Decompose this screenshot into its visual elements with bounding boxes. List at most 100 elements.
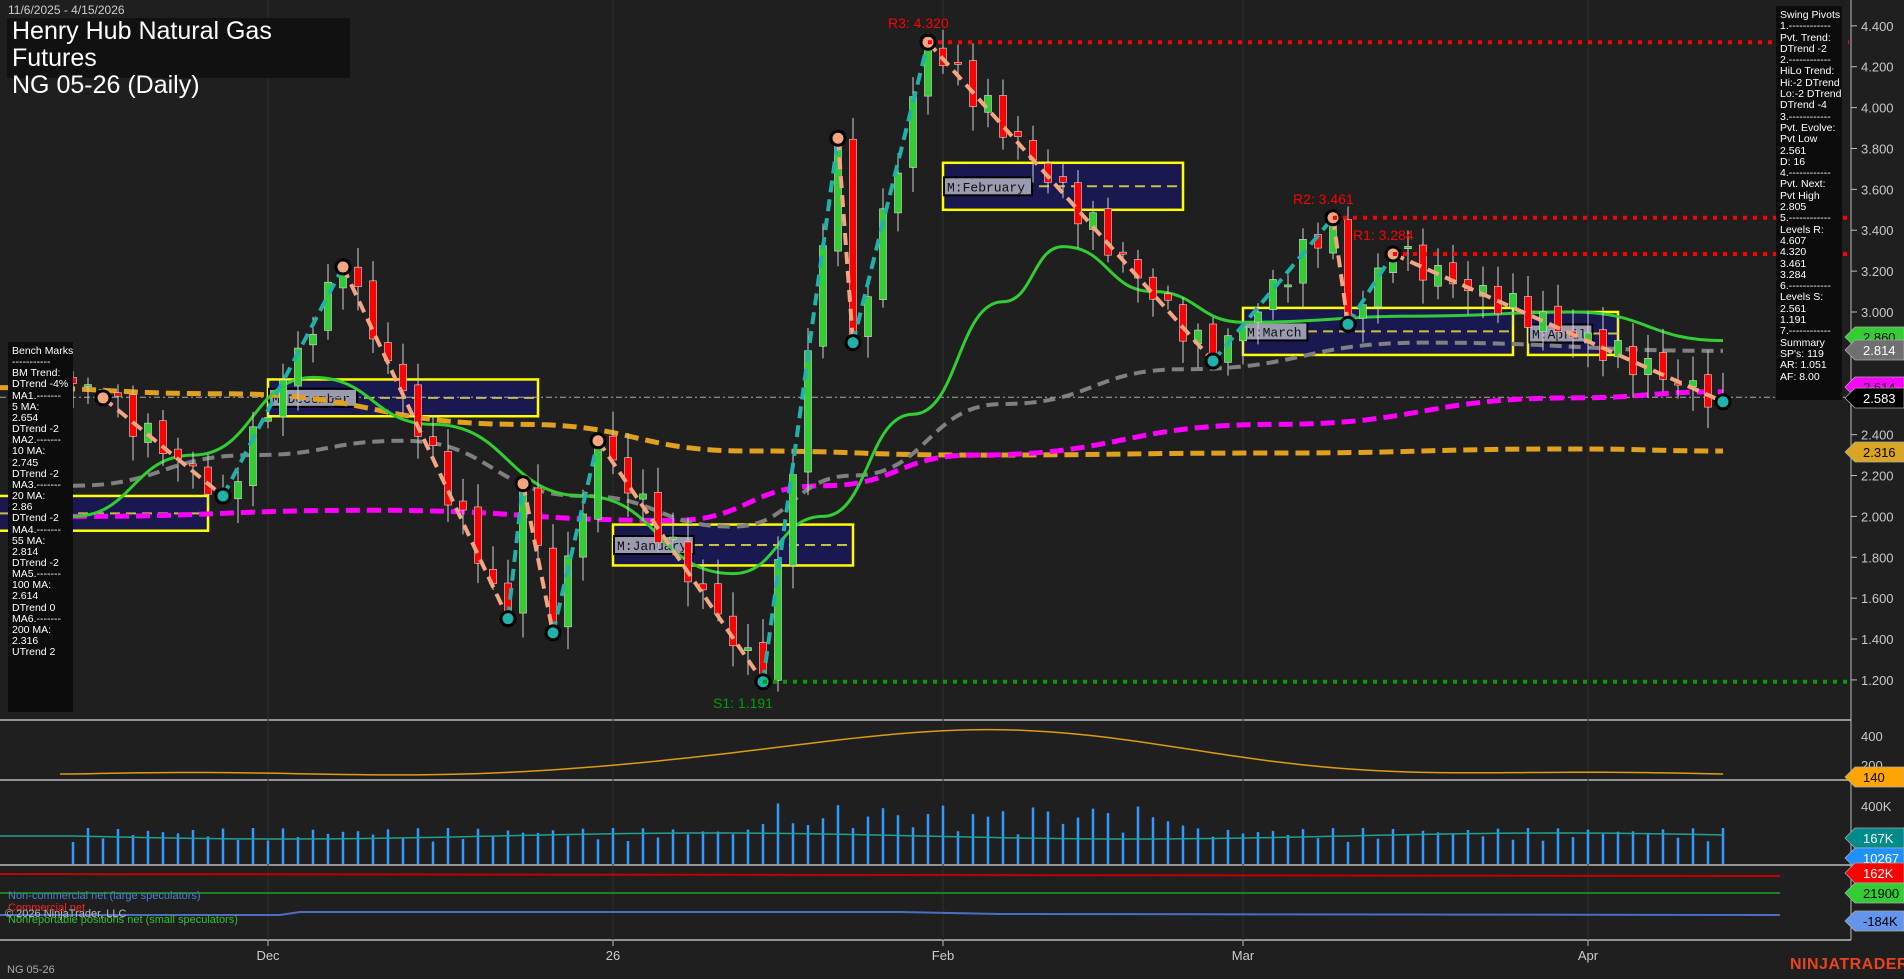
title-contract: NG 05-26 (Daily) [7,72,350,99]
pivots-line: Pvt Low [1780,134,1838,145]
candle-body [1060,176,1067,182]
candle-body [655,492,662,542]
y-tick-label: 1.600 [1861,591,1894,606]
box-label: M:March [1247,325,1302,340]
price-chart[interactable]: 4.4004.2004.0003.8003.6003.4003.2003.000… [0,0,1904,979]
y-tick-label: 4.400 [1861,19,1894,34]
x-tick-label: 26 [606,948,620,963]
pivots-line: AF: 8.00 [1780,372,1838,383]
candle-body [1180,305,1187,341]
candle-body [835,138,842,251]
candle-body [145,423,152,442]
candle-body [1165,294,1172,300]
candle-body [895,173,902,213]
candle-body [1420,245,1427,280]
pivots-line: 5.------------ [1780,213,1838,224]
swing-pivot-marker [501,612,515,626]
swing-pivot-marker [96,391,110,405]
swing-pivot-marker [1206,354,1220,368]
candle-body [1510,293,1517,307]
bench-line: UTrend 2 [12,647,69,658]
y-tick-label: 4.200 [1861,60,1894,75]
y-tick-label: 3.600 [1861,182,1894,197]
candle-body [535,488,542,545]
date-range: 11/6/2025 - 4/15/2026 [8,3,125,17]
candle-body [430,437,437,446]
ma-line-55ma [73,343,1723,527]
candle-body [640,494,647,499]
y-tick-label: 1.800 [1861,550,1894,565]
volume-value-tag: 167K [1863,831,1894,846]
candle-body [595,441,602,519]
bench-line: DTrend -4% [12,379,69,390]
instrument-label: NG 05-26 [7,964,55,976]
pivots-line: 4.320 [1780,247,1838,258]
price-tag: 2.316 [1863,445,1896,460]
candle-body [955,62,962,64]
candle-body [355,267,362,286]
bench-line: DTrend -2 [12,513,69,524]
swing-pivots-panel: Swing Pivots1.------------Pvt. Trend:DTr… [1776,6,1842,400]
indicator-line [60,730,1723,775]
y-tick-label: 4.000 [1861,101,1894,116]
level-label: S1: 1.191 [713,695,773,711]
y-tick-label: 2.200 [1861,469,1894,484]
zigzag-leg [853,42,928,342]
candle-body [1705,375,1712,407]
y-tick-label: 1.400 [1861,632,1894,647]
y-tick-label: 2.000 [1861,509,1894,524]
swing-pivot-marker [1716,395,1730,409]
zigzag-leg [763,138,838,681]
candle-body [400,364,407,391]
legend-noncommercial: Non-commercial net (large speculators) [8,890,201,902]
swing-pivot-marker [1341,317,1355,331]
open-interest-line [0,833,1723,839]
swing-pivot-marker [216,489,230,503]
swing-pivot-marker [846,336,860,350]
candle-body [745,648,752,651]
candle-body [460,501,467,510]
candle-body [130,395,137,437]
candle-body [190,464,197,466]
y-tick-label: 3.800 [1861,141,1894,156]
y-tick-label: 3.200 [1861,264,1894,279]
candle-body [970,61,977,107]
candle-body [1075,183,1082,224]
noncommercial-tag: -184K [1863,914,1898,929]
x-tick-label: Dec [256,948,280,963]
pivots-line: AR: 1.051 [1780,360,1838,371]
commercial-tag: 162K [1863,866,1894,881]
candle-body [310,334,317,345]
swing-pivot-marker [336,260,350,274]
y-tick-label: 1.200 [1861,673,1894,688]
candle-body [235,482,242,499]
copyright: © 2026 NinjaTrader, LLC [5,908,126,920]
ninjatrader-logo: NINJATRADER [1790,956,1904,974]
commercial-net-line [0,874,1780,876]
candle-body [115,393,122,397]
y-tick-label: 3.400 [1861,223,1894,238]
zigzag-leg [343,267,508,619]
noncommercial-net-line [0,912,1780,915]
candle-body [1405,246,1412,248]
chart-title: Henry Hub Natural Gas Futures NG 05-26 (… [7,18,350,78]
indicator-value-tag: 140 [1863,770,1885,785]
price-tag: 2.814 [1863,343,1896,358]
nonreportable-tag: 21900 [1863,886,1899,901]
candle-body [1630,346,1637,374]
level-label: R2: 3.461 [1293,191,1354,207]
candle-body [910,97,917,168]
ma-line-200ma [0,388,1723,455]
zigzag-leg [553,441,598,633]
candle-body [1600,330,1607,361]
volume-tick: 400K [1861,799,1892,814]
candle-body [1015,131,1022,136]
x-tick-label: Mar [1232,948,1255,963]
candle-body [715,584,722,614]
pivots-line: DTrend -4 [1780,100,1838,111]
candle-body [205,467,212,494]
swing-pivot-marker [831,131,845,145]
level-label: R1: 3.284 [1353,227,1414,243]
candle-body [1285,285,1292,287]
candle-body [1120,252,1127,254]
